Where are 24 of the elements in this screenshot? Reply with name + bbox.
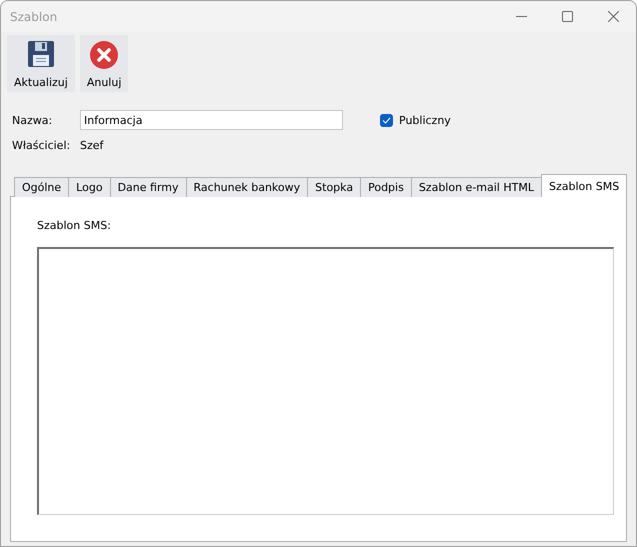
tab[interactable]: Logo [68, 177, 111, 197]
cancel-icon [89, 40, 120, 70]
public-checkbox[interactable] [380, 114, 393, 126]
sms-template-label: Szablon SMS: [37, 219, 112, 232]
tab[interactable]: Dane firmy [110, 177, 186, 197]
sms-template-field[interactable] [37, 247, 614, 515]
tab[interactable]: Szablon e-mail HTML [410, 177, 542, 197]
check-icon [382, 116, 391, 124]
tab[interactable]: Rachunek bankowy [186, 177, 308, 197]
owner-value: Szef [80, 139, 104, 152]
maximize-icon[interactable] [562, 11, 572, 22]
name-field[interactable]: Informacja [80, 110, 343, 130]
tab[interactable]: Ogólne [14, 177, 70, 197]
tab[interactable]: Szablon SMS [540, 174, 628, 197]
owner-label: Właściciel: [12, 139, 72, 152]
tab[interactable]: Podpis [360, 177, 412, 197]
name-label: Nazwa: [12, 114, 54, 126]
close-icon[interactable] [608, 11, 618, 22]
update-button[interactable]: Aktualizuj [7, 35, 75, 92]
minimize-icon[interactable] [516, 16, 526, 17]
window-title: Szablon [10, 10, 58, 24]
cancel-button[interactable]: Anuluj [80, 35, 128, 92]
tab[interactable]: Stopka [307, 177, 362, 197]
public-label: Publiczny [399, 114, 451, 126]
